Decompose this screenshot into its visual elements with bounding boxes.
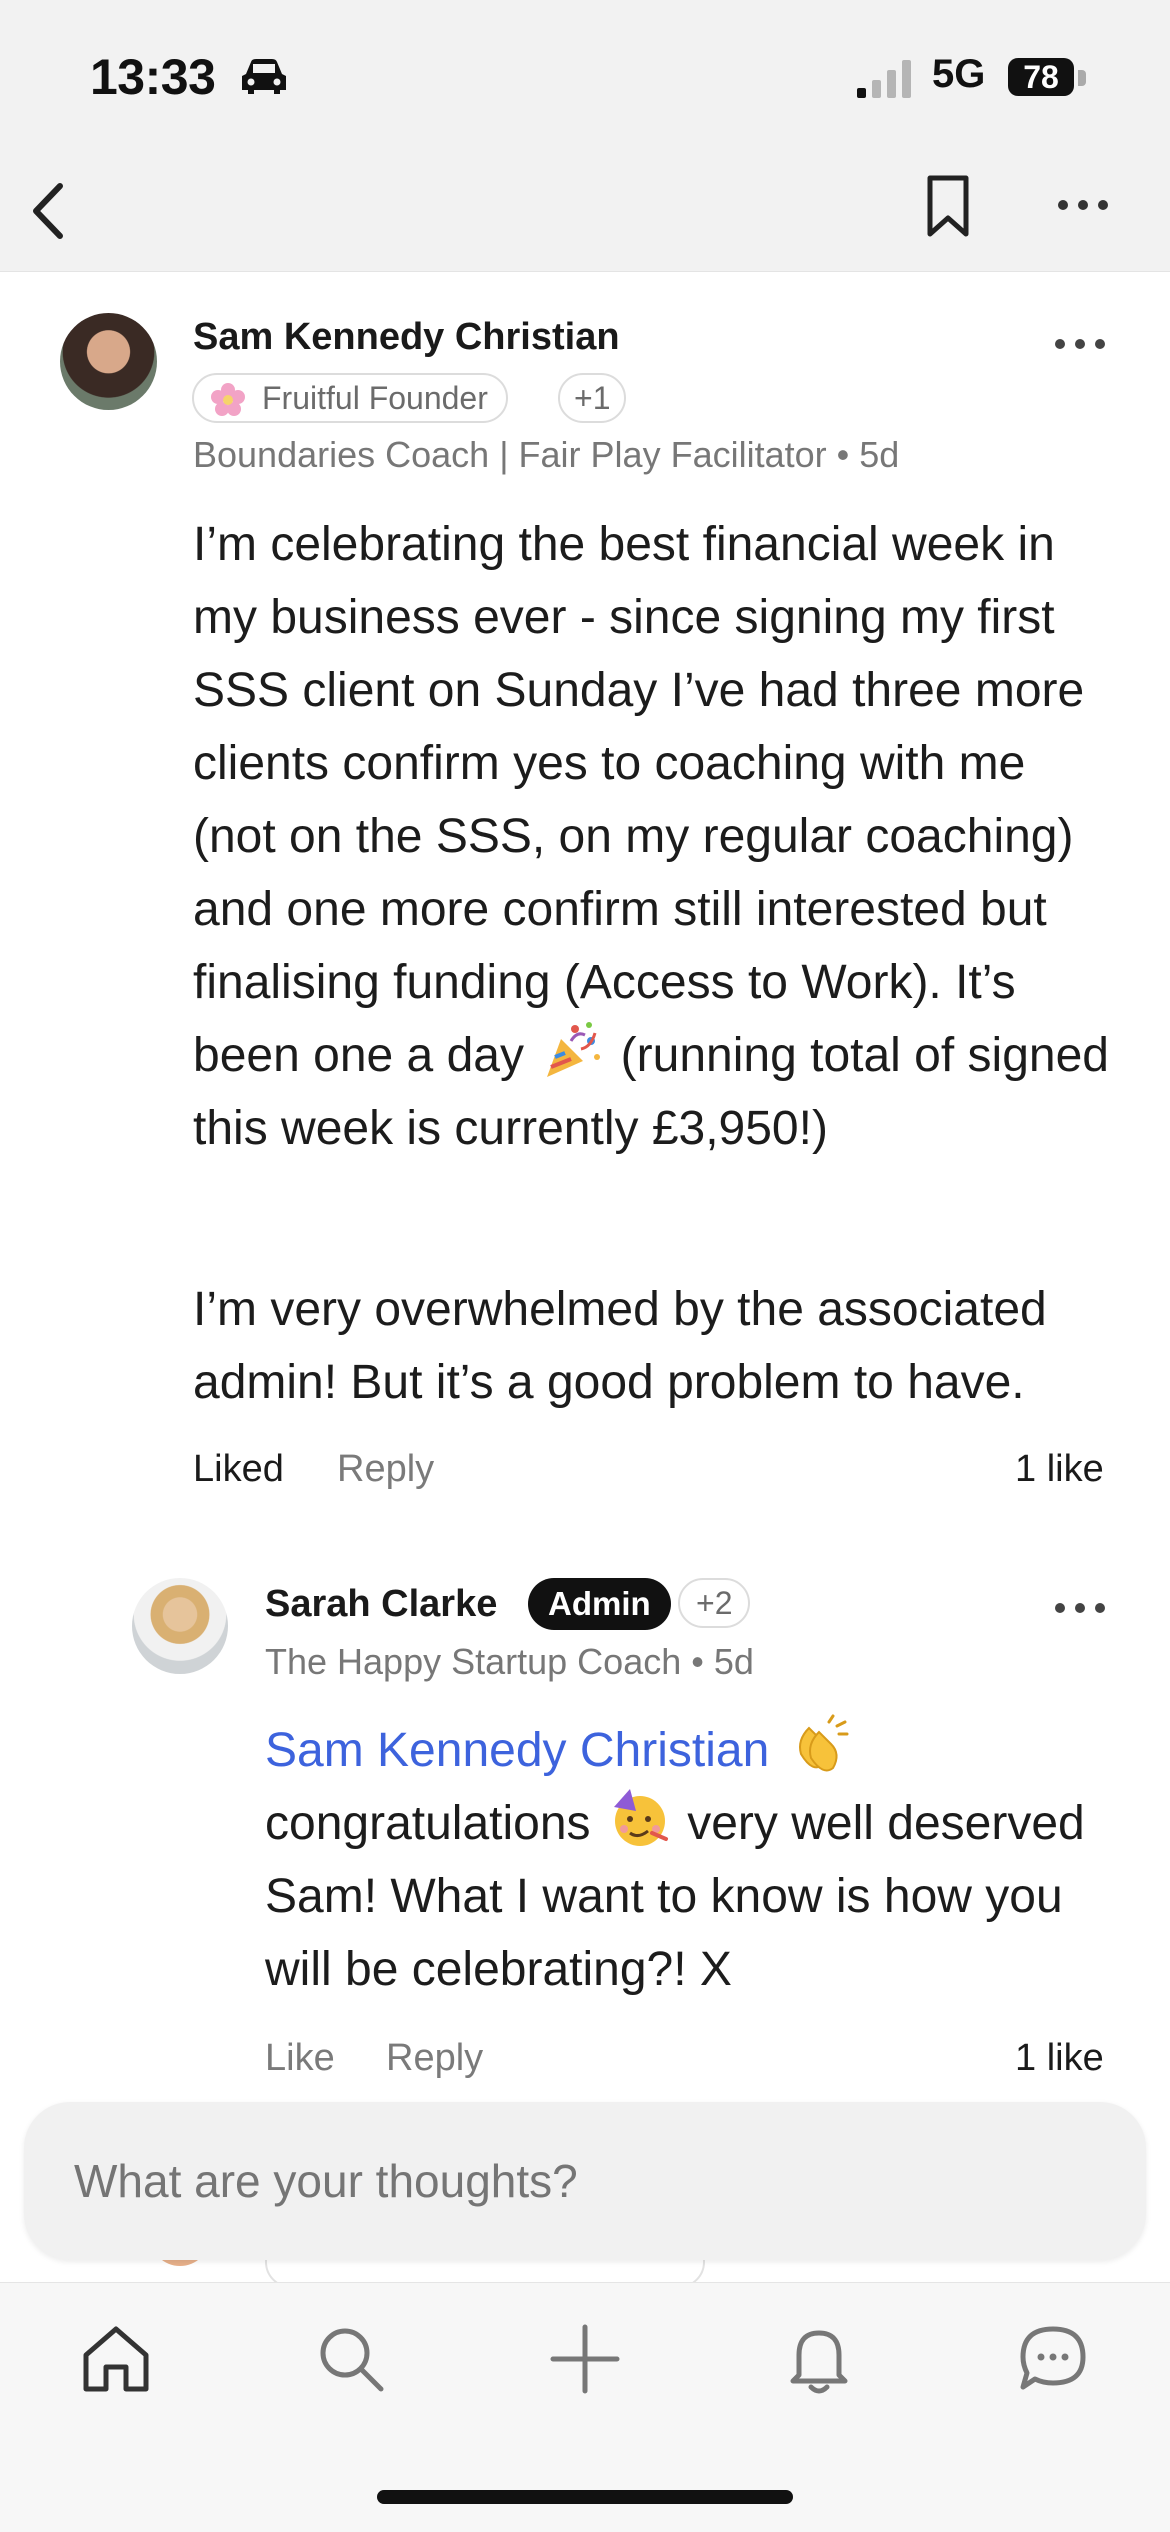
reply-body: Sam Kennedy Christian congratulations ve… — [265, 1714, 1125, 2006]
battery-tip — [1078, 70, 1086, 86]
nav-bar — [0, 150, 1170, 272]
bell-icon[interactable] — [779, 2319, 859, 2399]
more-icon[interactable] — [1056, 190, 1110, 220]
reply-age: 5d — [713, 1641, 754, 1682]
status-time: 13:33 — [90, 49, 216, 105]
reply-headline: The Happy Startup Coach — [265, 1641, 682, 1682]
home-indicator — [377, 2490, 793, 2504]
reply-meta: The Happy Startup Coach • 5d — [265, 1641, 754, 1683]
post-more-icon[interactable] — [1053, 336, 1107, 352]
battery-icon: 78 — [1008, 58, 1074, 96]
like-count[interactable]: 1 like — [1015, 1448, 1104, 1491]
post-age: 5d — [859, 434, 900, 475]
comment-composer[interactable] — [24, 2102, 1146, 2260]
admin-badge: Admin — [528, 1578, 671, 1630]
search-icon[interactable] — [311, 2319, 391, 2399]
post-body-paragraph-2: I’m very overwhelmed by the associated a… — [193, 1283, 1047, 1409]
clapping-hands-icon — [798, 1714, 849, 1772]
post-text: I’m celebrating the best financial week … — [193, 518, 1085, 1082]
meta-separator: • — [691, 1641, 714, 1682]
like-button[interactable]: Liked — [193, 1448, 284, 1491]
network-label: 5G — [932, 52, 986, 96]
badge-label: Fruitful Founder — [262, 380, 488, 416]
signal-icon — [857, 60, 911, 98]
chat-icon[interactable] — [1013, 2319, 1093, 2399]
reply-author[interactable]: Sarah Clarke — [265, 1583, 497, 1626]
reply-like-count[interactable]: 1 like — [1015, 2037, 1104, 2080]
status-bar: 13:33 5G 78 — [0, 0, 1170, 150]
plus-icon[interactable] — [545, 2319, 625, 2399]
mention-link[interactable]: Sam Kennedy Christian — [265, 1724, 769, 1777]
reply-extra-badges-count[interactable]: +2 — [678, 1578, 751, 1628]
avatar[interactable] — [60, 313, 157, 410]
reply-more-icon[interactable] — [1053, 1600, 1107, 1616]
reply-reply-button[interactable]: Reply — [386, 2037, 483, 2080]
meta-separator: • — [836, 434, 860, 475]
extra-badges-count[interactable]: +1 — [558, 373, 627, 423]
reply-avatar[interactable] — [132, 1578, 228, 1674]
party-popper-icon — [547, 1022, 601, 1077]
bookmark-icon[interactable] — [920, 172, 976, 242]
car-icon — [242, 59, 286, 94]
post-body-paragraph: I’m celebrating the best financial week … — [193, 508, 1113, 1165]
partying-face-icon — [613, 1789, 668, 1846]
home-icon[interactable] — [76, 2319, 156, 2399]
flower-icon — [211, 383, 245, 416]
author-headline: Boundaries Coach | Fair Play Facilitator — [193, 434, 827, 475]
comment-input[interactable] — [74, 2154, 1074, 2208]
post-author[interactable]: Sam Kennedy Christian — [193, 316, 620, 359]
post-meta: Boundaries Coach | Fair Play Facilitator… — [193, 434, 899, 476]
reply-text: congratulations — [265, 1797, 591, 1850]
reply-like-button[interactable]: Like — [265, 2037, 335, 2080]
back-chevron-icon[interactable] — [22, 178, 78, 244]
member-badge[interactable]: Fruitful Founder — [192, 373, 508, 423]
reply-button[interactable]: Reply — [337, 1448, 434, 1491]
